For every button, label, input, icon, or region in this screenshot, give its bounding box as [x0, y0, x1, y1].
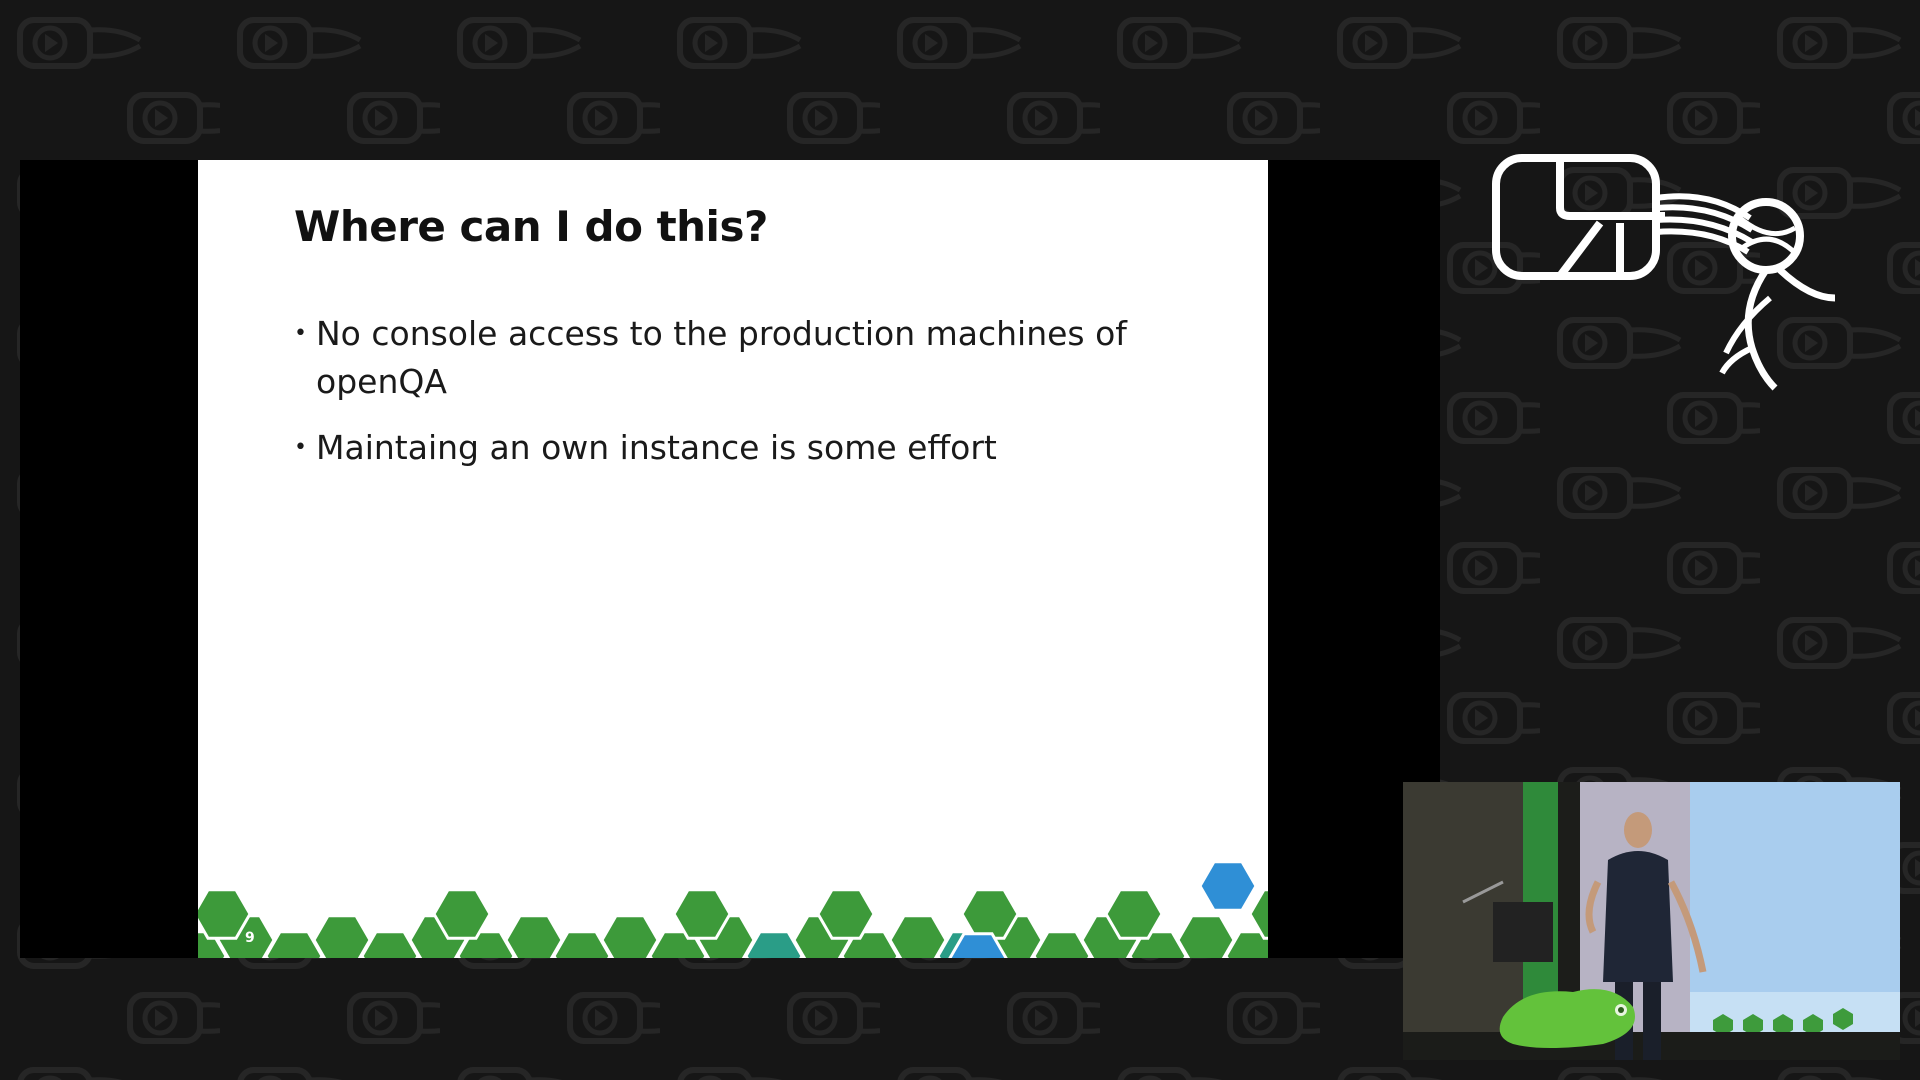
hexagon-shape [432, 888, 492, 940]
hexagon-shape [312, 914, 372, 958]
bullet-item: No console access to the production mach… [294, 310, 1134, 406]
hexagon-shape [672, 888, 732, 940]
hexagon-shape [744, 930, 804, 958]
hexagon-shape [816, 888, 876, 940]
slide-page-number: 9 [245, 930, 255, 946]
slide-viewport: Where can I do this? No console access t… [20, 160, 1440, 958]
hexagon-shape [1104, 888, 1164, 940]
hexagon-shape [552, 930, 612, 958]
hexagon-shape [1176, 914, 1236, 958]
slide-title: Where can I do this? [294, 202, 768, 251]
hexagon-shape [1198, 860, 1258, 912]
conference-logo-icon [1492, 154, 1836, 391]
hexagon-shape [888, 914, 948, 958]
presentation-slide: Where can I do this? No console access t… [198, 160, 1268, 958]
hexagon-band [198, 860, 1268, 958]
hexagon-shape [504, 914, 564, 958]
speaker-camera-feed [1403, 782, 1900, 1060]
hexagon-shape [1032, 930, 1092, 958]
bullet-list: No console access to the production mach… [294, 310, 1134, 490]
hexagon-shape [960, 888, 1020, 940]
hexagon-shape [360, 930, 420, 958]
hexagon-shape [600, 914, 660, 958]
hexagon-shape [264, 930, 324, 958]
bullet-item: Maintaing an own instance is some effort [294, 424, 1134, 472]
